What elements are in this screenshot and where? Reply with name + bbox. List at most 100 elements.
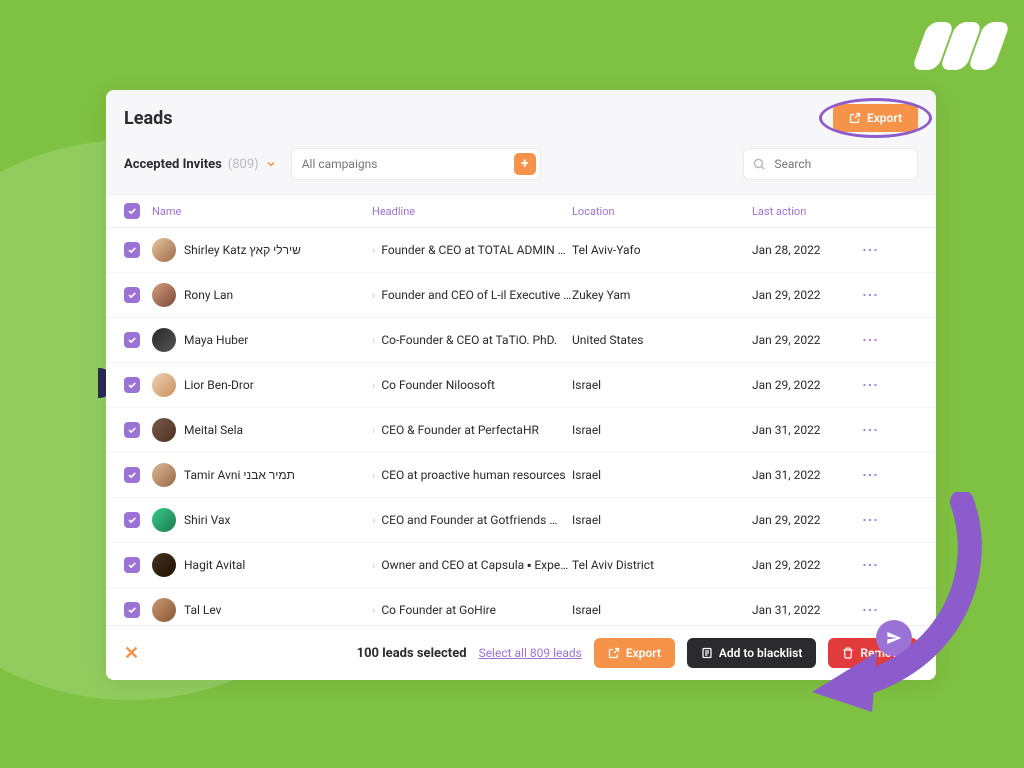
- row-more-menu[interactable]: ⋮: [862, 512, 878, 529]
- chevron-right-icon: ›: [372, 514, 375, 527]
- chevron-right-icon: ›: [372, 289, 375, 302]
- lead-location: Tel Aviv District: [572, 558, 752, 572]
- table-row[interactable]: Lior Ben-Dror›Co Founder NiloosoftIsrael…: [106, 363, 936, 408]
- lead-location: Israel: [572, 468, 752, 482]
- lead-location: Israel: [572, 378, 752, 392]
- table-row[interactable]: Rony Lan›Founder and CEO of L-il Executi…: [106, 273, 936, 318]
- lead-name: Shirley Katz שירלי קאץ: [184, 243, 301, 257]
- row-more-menu[interactable]: ⋮: [862, 377, 878, 394]
- lead-last-action: Jan 31, 2022: [752, 603, 862, 617]
- lead-headline: Co Founder at GoHire: [381, 603, 496, 617]
- lead-last-action: Jan 29, 2022: [752, 288, 862, 302]
- row-checkbox[interactable]: [124, 467, 140, 483]
- lead-name: Hagit Avital: [184, 558, 245, 572]
- select-all-link[interactable]: Select all 809 leads: [479, 646, 582, 660]
- row-checkbox[interactable]: [124, 557, 140, 573]
- lead-headline: CEO & Founder at PerfectaHR: [381, 423, 539, 437]
- selection-count: 100 leads selected: [357, 646, 467, 661]
- close-selection-button[interactable]: ✕: [124, 643, 139, 664]
- table-row[interactable]: Maya Huber›Co-Founder & CEO at TaTiO. Ph…: [106, 318, 936, 363]
- avatar: [152, 238, 176, 262]
- lead-last-action: Jan 28, 2022: [752, 243, 862, 257]
- avatar: [152, 508, 176, 532]
- export-button-top[interactable]: Export: [833, 104, 918, 132]
- avatar: [152, 463, 176, 487]
- lead-last-action: Jan 29, 2022: [752, 513, 862, 527]
- table-row[interactable]: Shiri Vax › CEO and Founder at Gotfriends …: [106, 498, 936, 543]
- send-icon: [886, 630, 902, 646]
- row-more-menu[interactable]: ⋮: [862, 422, 878, 439]
- page-title: Leads: [124, 108, 172, 129]
- lead-name: Lior Ben-Dror: [184, 378, 254, 392]
- row-checkbox[interactable]: [124, 377, 140, 393]
- row-more-menu[interactable]: ⋮: [862, 602, 878, 619]
- row-more-menu[interactable]: ⋮: [862, 332, 878, 349]
- table-row[interactable]: Hagit Avital › Owner and CEO at Capsula ▪︎…: [106, 543, 936, 588]
- invite-filter[interactable]: Accepted Invites (809): [124, 157, 277, 172]
- lead-name: Tal Lev: [184, 603, 221, 617]
- table-column-headers: Name Headline Location Last action: [106, 194, 936, 228]
- chevron-right-icon: ›: [372, 424, 375, 437]
- lead-name: Meital Sela: [184, 423, 243, 437]
- col-header-location[interactable]: Location: [572, 205, 752, 218]
- row-checkbox[interactable]: [124, 602, 140, 618]
- chevron-down-icon: [265, 158, 277, 170]
- lead-headline: CEO at proactive human resources: [381, 468, 565, 482]
- lead-name: Maya Huber: [184, 333, 248, 347]
- row-more-menu[interactable]: ⋮: [862, 467, 878, 484]
- lead-location: Israel: [572, 603, 752, 617]
- add-campaign-button[interactable]: +: [514, 153, 536, 175]
- add-to-blacklist-button[interactable]: Add to blacklist: [687, 638, 817, 668]
- lead-location: Israel: [572, 513, 752, 527]
- blacklist-icon: [701, 647, 713, 659]
- avatar: [152, 373, 176, 397]
- lead-name: Shiri Vax: [184, 513, 230, 527]
- col-header-headline[interactable]: Headline: [372, 205, 572, 218]
- lead-last-action: Jan 29, 2022: [752, 378, 862, 392]
- avatar: [152, 598, 176, 622]
- select-all-checkbox[interactable]: [124, 203, 140, 219]
- filter-row: Accepted Invites (809) +: [106, 142, 936, 194]
- table-body: Shirley Katz שירלי קאץ › Founder & CEO at …: [106, 228, 936, 625]
- table-row[interactable]: Tamir Avni תמיר אבני›CEO at proactive hu…: [106, 453, 936, 498]
- row-checkbox[interactable]: [124, 287, 140, 303]
- row-more-menu[interactable]: ⋮: [862, 287, 878, 304]
- table-row[interactable]: Shirley Katz שירלי קאץ › Founder & CEO at …: [106, 228, 936, 273]
- export-button-bottom[interactable]: Export: [594, 638, 675, 668]
- lead-last-action: Jan 29, 2022: [752, 333, 862, 347]
- avatar: [152, 283, 176, 307]
- table-row[interactable]: Meital Sela › CEO & Founder at PerfectaHR I…: [106, 408, 936, 453]
- row-more-menu[interactable]: ⋮: [862, 242, 878, 259]
- campaign-input[interactable]: [291, 148, 541, 180]
- lead-headline: Owner and CEO at Capsula ▪︎ Expert in re…: [381, 558, 572, 572]
- search-icon: [752, 157, 766, 171]
- chat-fab[interactable]: [876, 620, 912, 656]
- row-checkbox[interactable]: [124, 512, 140, 528]
- blacklist-button-label: Add to blacklist: [719, 646, 803, 660]
- leads-panel: Leads Export Accepted Invites (809) +: [106, 90, 936, 680]
- lead-headline: Founder & CEO at TOTAL ADMIN Administrat…: [381, 243, 572, 257]
- search-input[interactable]: [743, 148, 918, 180]
- export-icon: [849, 112, 861, 124]
- lead-last-action: Jan 31, 2022: [752, 423, 862, 437]
- lead-headline: Co-Founder & CEO at TaTiO. PhD.: [381, 333, 557, 347]
- chevron-right-icon: ›: [372, 559, 375, 572]
- row-checkbox[interactable]: [124, 422, 140, 438]
- lead-location: Israel: [572, 423, 752, 437]
- table-row[interactable]: Tal Lev›Co Founder at GoHireIsraelJan 31…: [106, 588, 936, 625]
- lead-location: United States: [572, 333, 752, 347]
- row-checkbox[interactable]: [124, 332, 140, 348]
- chevron-right-icon: ›: [372, 244, 375, 257]
- brand-logo: [920, 22, 1002, 70]
- row-more-menu[interactable]: ⋮: [862, 557, 878, 574]
- row-checkbox[interactable]: [124, 242, 140, 258]
- export-top-wrap: Export: [833, 104, 918, 132]
- lead-location: Tel Aviv-Yafo: [572, 243, 752, 257]
- lead-name: Tamir Avni תמיר אבני: [184, 468, 295, 482]
- col-header-name[interactable]: Name: [152, 205, 372, 218]
- avatar: [152, 553, 176, 577]
- lead-headline: CEO and Founder at Gotfriends 💫 … של ההש…: [381, 513, 572, 527]
- avatar: [152, 328, 176, 352]
- lead-headline: Founder and CEO of L-il Executive Search…: [381, 288, 572, 302]
- col-header-last-action[interactable]: Last action: [752, 205, 862, 218]
